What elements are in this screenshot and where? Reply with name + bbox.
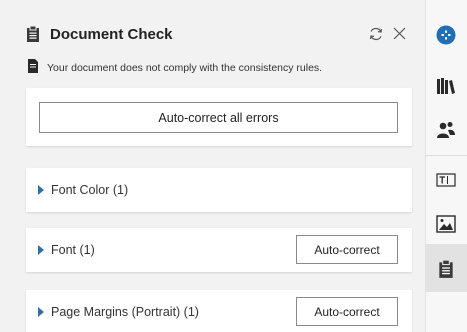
expand-caret-icon[interactable]	[38, 245, 44, 255]
issue-item-font[interactable]: Font (1) Auto-correct	[26, 228, 412, 272]
expand-caret-icon[interactable]	[38, 185, 44, 195]
compliance-warning: Your document does not comply with the c…	[47, 62, 323, 74]
issue-item-font-color[interactable]: Font Color (1)	[26, 168, 412, 212]
autocorrect-button[interactable]: Auto-correct	[296, 235, 398, 264]
issue-label: Page Margins (Portrait) (1)	[51, 305, 199, 319]
autocorrect-button[interactable]: Auto-correct	[296, 297, 398, 326]
document-icon	[28, 59, 38, 73]
autocorrect-all-button[interactable]: Auto-correct all errors	[39, 102, 398, 133]
image-icon[interactable]	[436, 215, 456, 233]
issue-label: Font (1)	[51, 243, 95, 257]
library-icon[interactable]	[436, 77, 456, 95]
issue-label: Font Color (1)	[51, 183, 129, 197]
document-check-panel: Document Check Your document does not co…	[0, 0, 425, 332]
add-circle-icon[interactable]	[436, 25, 456, 45]
expand-caret-icon[interactable]	[38, 307, 44, 317]
close-icon[interactable]	[393, 27, 406, 40]
people-icon[interactable]	[436, 121, 456, 139]
document-check-icon	[27, 25, 39, 42]
panel-title: Document Check	[50, 26, 173, 43]
document-check-icon[interactable]	[436, 259, 456, 279]
text-box-icon[interactable]	[436, 173, 456, 187]
rail-divider	[425, 155, 467, 156]
refresh-icon[interactable]	[368, 26, 384, 42]
autocorrect-all-card: Auto-correct all errors	[26, 88, 412, 146]
issue-item-page-margins[interactable]: Page Margins (Portrait) (1) Auto-correct	[26, 290, 412, 332]
